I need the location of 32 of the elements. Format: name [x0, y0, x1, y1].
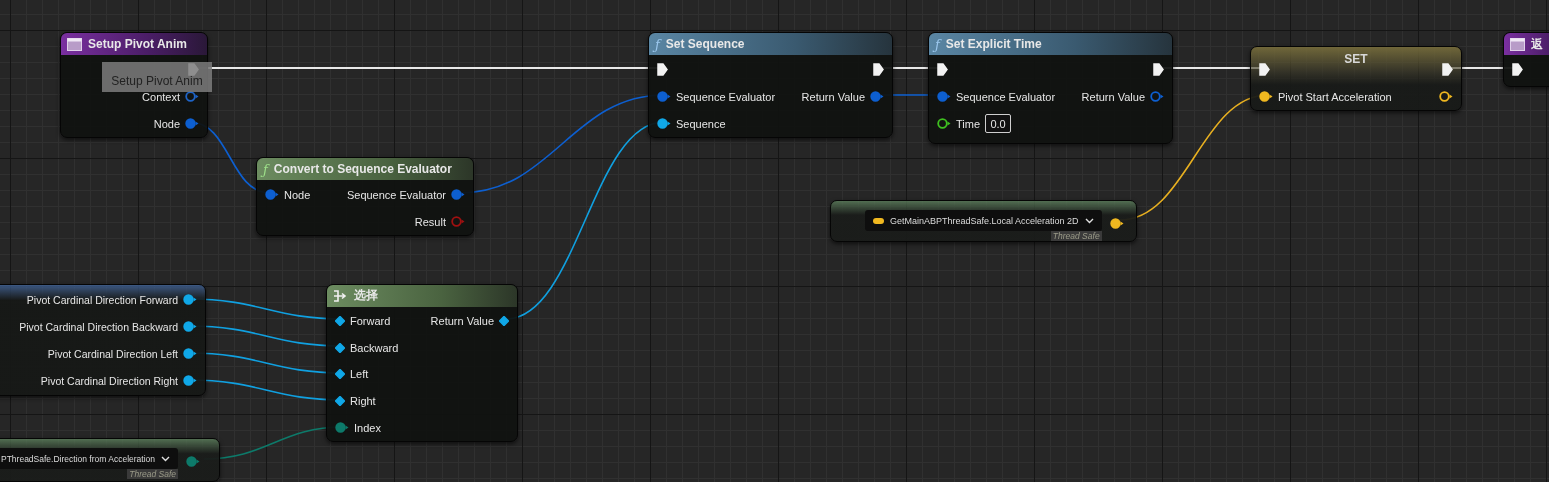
pin-label: Pivot Start Acceleration [1278, 90, 1392, 103]
pin-label: Pivot Cardinal Direction Forward [26, 293, 178, 306]
pin-label: Pivot Cardinal Direction Backward [19, 320, 178, 333]
node-title: Setup Pivot Anim [88, 37, 187, 51]
node-title: 返 [1531, 35, 1543, 53]
pin-label: Pivot Cardinal Direction Left [47, 347, 178, 360]
pin-label: Result [414, 215, 446, 228]
node-title: SET [1344, 52, 1368, 66]
pin-label: Return Value [430, 315, 494, 328]
pin-label: Sequence Evaluator [956, 90, 1056, 103]
pin-label: Time [956, 117, 981, 130]
thread-safe-tag: Thread Safe [1050, 231, 1102, 241]
pin-label: Return Value [1081, 90, 1145, 103]
pin-label: Context [142, 90, 180, 103]
pin-label: Return Value [801, 90, 865, 103]
tooltip: Setup Pivot Anim [102, 62, 212, 92]
pin-label: Pivot Cardinal Direction Right [40, 374, 178, 387]
pin-label: Sequence [676, 117, 726, 130]
pin-label: Backward [350, 341, 399, 354]
pin-label: Node [284, 188, 311, 201]
pin-label: Sequence Evaluator [676, 90, 776, 103]
pin-label: Index [354, 421, 381, 434]
pin-label: Sequence Evaluator [346, 188, 446, 201]
node-title: Convert to Sequence Evaluator [273, 162, 452, 176]
pin-label: Node [153, 117, 180, 130]
pin-label: Right [350, 395, 376, 407]
pin-label: Left [350, 368, 369, 381]
thread-safe-tag: Thread Safe [127, 469, 179, 479]
node-title: Set Explicit Time [945, 37, 1042, 51]
pin-label: Forward [350, 315, 391, 328]
node-title: Set Sequence [665, 37, 745, 51]
node-title: 选择 [354, 287, 378, 305]
